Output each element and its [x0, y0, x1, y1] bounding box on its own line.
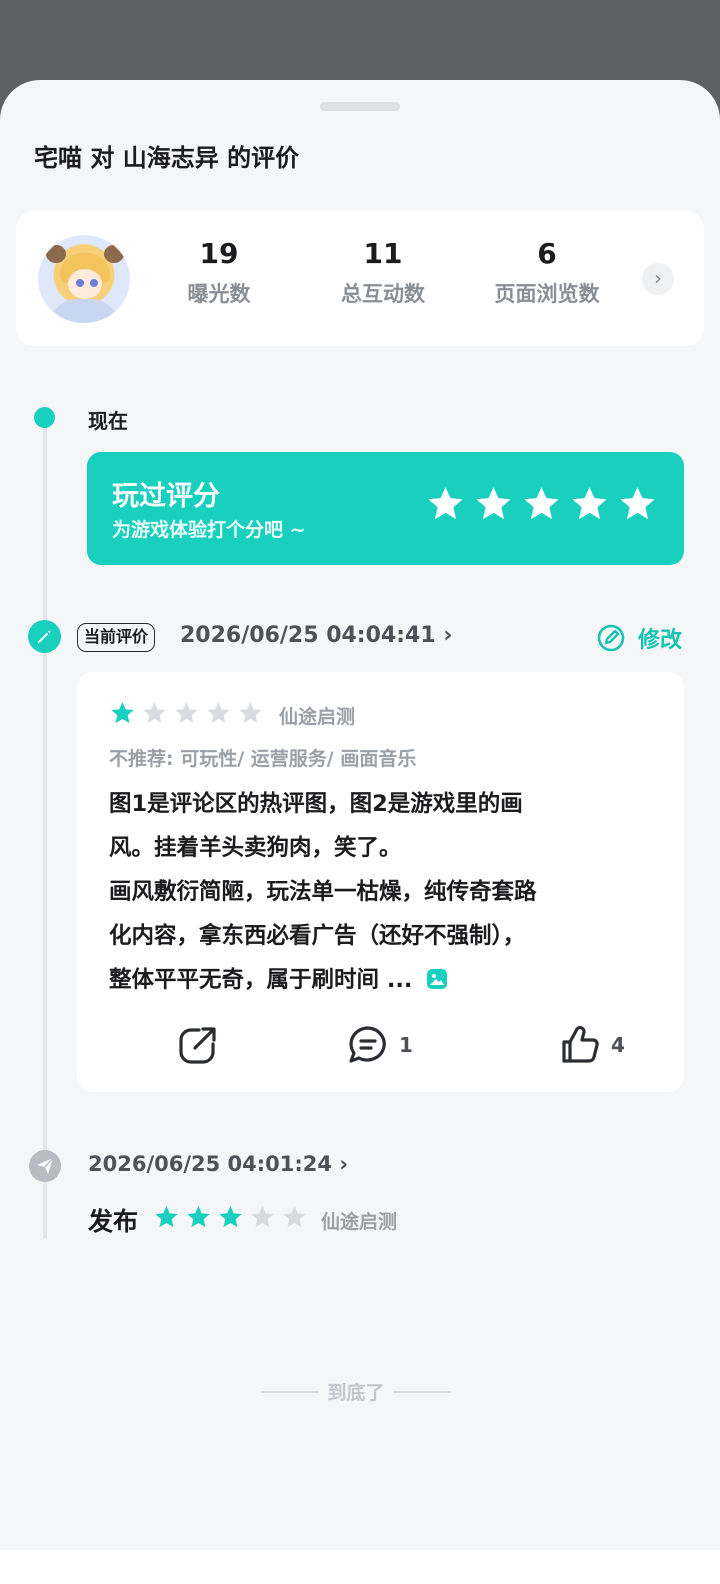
sheet-title: 宅喵 对 山海志异 的评价: [34, 144, 300, 172]
review-line: 化内容，拿东西必看广告（还好不强制），: [109, 923, 526, 949]
stat-value: 19: [199, 237, 239, 270]
review-sheet: 宅喵 对 山海志异 的评价 19 曝光数 11 总互动数 6 页面浏览数 › 现…: [0, 80, 720, 1550]
star-empty-icon: [207, 702, 230, 724]
review-line: 图1是评论区的热评图，图2是游戏里的画: [109, 791, 523, 817]
edit-label: 修改: [638, 628, 683, 653]
review-stars: [109, 700, 264, 727]
stat-label: 曝光数: [187, 282, 251, 306]
edit-button[interactable]: 修改: [596, 622, 682, 654]
star-filled-icon[interactable]: [473, 484, 514, 525]
review-line: 整体平平无奇，属于刷时间 ...: [109, 967, 413, 993]
rate-title: 玩过评分: [112, 481, 220, 512]
star-empty-icon: [143, 702, 166, 724]
image-icon: [427, 969, 448, 989]
published-stars: [153, 1204, 308, 1231]
current-review-time[interactable]: 2026/06/25 04:04:41 ›: [180, 623, 452, 648]
comment-icon: [349, 1026, 386, 1063]
rate-stars[interactable]: [425, 484, 658, 525]
edit-icon: [597, 624, 625, 652]
send-icon: [29, 1150, 61, 1182]
star-empty-icon: [175, 702, 198, 724]
review-tag: 仙途启测: [279, 706, 356, 728]
stat-exposure: 19 曝光数: [154, 237, 284, 308]
timeline-dot: [34, 407, 55, 428]
star-filled-icon: [155, 1206, 178, 1228]
share-button[interactable]: [177, 1024, 219, 1066]
stats-card[interactable]: 19 曝光数 11 总互动数 6 页面浏览数 ›: [16, 211, 704, 346]
star-filled-icon: [219, 1206, 242, 1228]
chevron-right-icon: ›: [443, 623, 453, 648]
stat-page-views: 6 页面浏览数: [482, 237, 612, 308]
rate-subtitle: 为游戏体验打个分吧 ~: [112, 519, 306, 541]
stat-value: 6: [537, 237, 557, 270]
time-text: 2026/06/25 04:04:41: [180, 623, 436, 648]
now-label: 现在: [88, 409, 128, 433]
divider: [261, 1390, 320, 1393]
stat-label: 页面浏览数: [494, 282, 600, 306]
stat-value: 11: [363, 237, 403, 270]
published-time[interactable]: 2026/06/25 04:01:24 ›: [88, 1152, 348, 1176]
not-recommend-text: 不推荐: 可玩性/ 运营服务/ 画面音乐: [109, 748, 417, 770]
end-text: 到底了: [327, 1382, 385, 1404]
published-label: 发布: [88, 1207, 139, 1236]
bottom-bar: [0, 1550, 720, 1584]
pencil-icon: [28, 620, 61, 653]
review-line: 画风敷衍简陋，玩法单一枯燥，纯传奇套路: [109, 879, 537, 905]
star-empty-icon: [251, 1206, 274, 1228]
drag-handle[interactable]: [320, 102, 400, 111]
review-line-last: 整体平平无奇，属于刷时间 ...: [109, 958, 659, 1002]
published-tag: 仙途启测: [321, 1211, 398, 1233]
review-text[interactable]: 图1是评论区的热评图，图2是游戏里的画 风。挂着羊头卖狗肉，笑了。 画风敷衍简陋…: [109, 782, 659, 1002]
thumbs-up-icon: [562, 1026, 599, 1063]
chevron-right-icon[interactable]: ›: [642, 263, 674, 295]
stat-label: 总互动数: [341, 282, 425, 306]
divider: [392, 1390, 451, 1393]
star-filled-icon[interactable]: [569, 484, 610, 525]
end-of-list: 到底了: [255, 1378, 457, 1405]
time-text: 2026/06/25 04:01:24: [88, 1152, 333, 1176]
chevron-right-icon: ›: [339, 1152, 348, 1176]
review-actions: 1 4: [77, 1024, 684, 1070]
timeline-line: [43, 420, 47, 1238]
current-review-badge: 当前评价: [77, 623, 156, 652]
star-empty-icon: [283, 1206, 306, 1228]
star-filled-icon[interactable]: [521, 484, 562, 525]
comment-button[interactable]: 1: [347, 1024, 413, 1066]
rate-card[interactable]: 玩过评分 为游戏体验打个分吧 ~: [87, 452, 684, 565]
comment-count: 1: [399, 1033, 413, 1057]
star-filled-icon: [187, 1206, 210, 1228]
stat-interactions: 11 总互动数: [318, 237, 448, 308]
review-card[interactable]: 仙途启测 不推荐: 可玩性/ 运营服务/ 画面音乐 图1是评论区的热评图，图2是…: [77, 672, 684, 1092]
star-empty-icon: [239, 702, 262, 724]
like-count: 4: [611, 1033, 625, 1057]
avatar[interactable]: [38, 235, 130, 323]
star-filled-icon: [111, 702, 134, 724]
review-line: 风。挂着羊头卖狗肉，笑了。: [109, 835, 402, 861]
star-filled-icon[interactable]: [617, 484, 658, 525]
star-filled-icon[interactable]: [425, 484, 466, 525]
like-button[interactable]: 4: [559, 1024, 625, 1066]
share-icon: [179, 1027, 216, 1064]
